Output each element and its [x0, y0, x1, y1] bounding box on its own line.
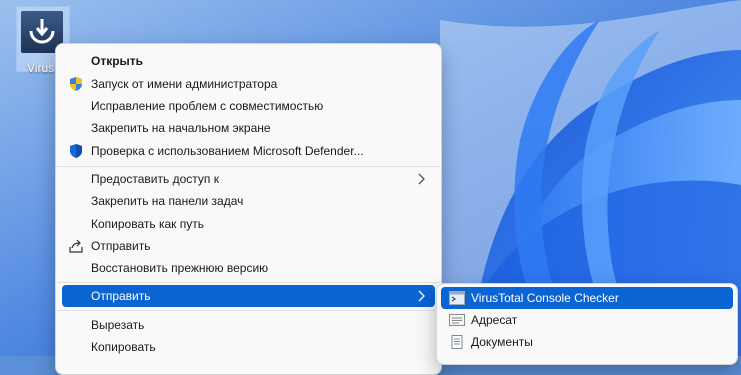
menu-item-scan-defender[interactable]: Проверка с использованием Microsoft Defe… — [62, 140, 435, 162]
submenu-item-label: Адресат — [471, 313, 518, 327]
menu-item-label: Предоставить доступ к — [91, 172, 219, 186]
menu-item-label: Отправить — [91, 289, 151, 303]
submenu-item-label: Документы — [471, 335, 533, 349]
menu-item-send-to[interactable]: Отправить — [62, 285, 435, 307]
submenu-item-label: VirusTotal Console Checker — [471, 291, 619, 305]
uac-shield-icon — [68, 76, 84, 92]
menu-item-pin-to-start[interactable]: Закрепить на начальном экране — [62, 117, 435, 139]
documents-icon — [449, 335, 465, 349]
menu-item-label: Восстановить прежнюю версию — [91, 261, 269, 275]
send-to-submenu: VirusTotal Console Checker Адресат Докум… — [436, 283, 738, 365]
menu-item-label: Копировать — [91, 340, 156, 354]
menu-item-run-as-admin[interactable]: Запуск от имени администратора — [62, 73, 435, 95]
menu-item-label: Отправить — [91, 239, 151, 253]
menu-separator — [57, 310, 440, 311]
console-app-icon — [449, 291, 465, 305]
menu-item-open[interactable]: Открыть — [62, 50, 435, 72]
menu-item-label: Проверка с использованием Microsoft Defe… — [91, 144, 364, 158]
chevron-right-icon — [418, 290, 425, 302]
menu-item-label: Закрепить на панели задач — [91, 194, 244, 208]
menu-item-restore-previous-version[interactable]: Восстановить прежнюю версию — [62, 257, 435, 279]
submenu-item-mail-recipient[interactable]: Адресат — [441, 309, 733, 331]
defender-shield-icon — [68, 143, 84, 159]
context-menu: Открыть Запуск от имени администратора И… — [55, 43, 442, 375]
menu-item-label: Вырезать — [91, 318, 145, 332]
menu-item-label: Копировать как путь — [91, 217, 204, 231]
submenu-item-virustotal-console-checker[interactable]: VirusTotal Console Checker — [441, 287, 733, 309]
submenu-item-documents[interactable]: Документы — [441, 331, 733, 353]
share-icon — [68, 238, 84, 254]
menu-item-label: Закрепить на начальном экране — [91, 121, 271, 135]
menu-item-give-access-to[interactable]: Предоставить доступ к — [62, 168, 435, 190]
menu-item-copy-as-path[interactable]: Копировать как путь — [62, 213, 435, 235]
chevron-right-icon — [418, 173, 425, 185]
menu-item-troubleshoot-compat[interactable]: Исправление проблем с совместимостью — [62, 95, 435, 117]
menu-item-pin-to-taskbar[interactable]: Закрепить на панели задач — [62, 190, 435, 212]
menu-item-copy[interactable]: Копировать — [62, 336, 435, 358]
menu-item-cut[interactable]: Вырезать — [62, 314, 435, 336]
menu-item-label: Исправление проблем с совместимостью — [91, 99, 324, 113]
menu-separator — [57, 282, 440, 283]
menu-separator — [57, 166, 440, 167]
mail-recipient-icon — [449, 313, 465, 327]
menu-item-share[interactable]: Отправить — [62, 235, 435, 257]
menu-item-label: Открыть — [91, 54, 144, 68]
menu-item-label: Запуск от имени администратора — [91, 77, 278, 91]
desktop-icon-label: Virus — [27, 61, 55, 75]
